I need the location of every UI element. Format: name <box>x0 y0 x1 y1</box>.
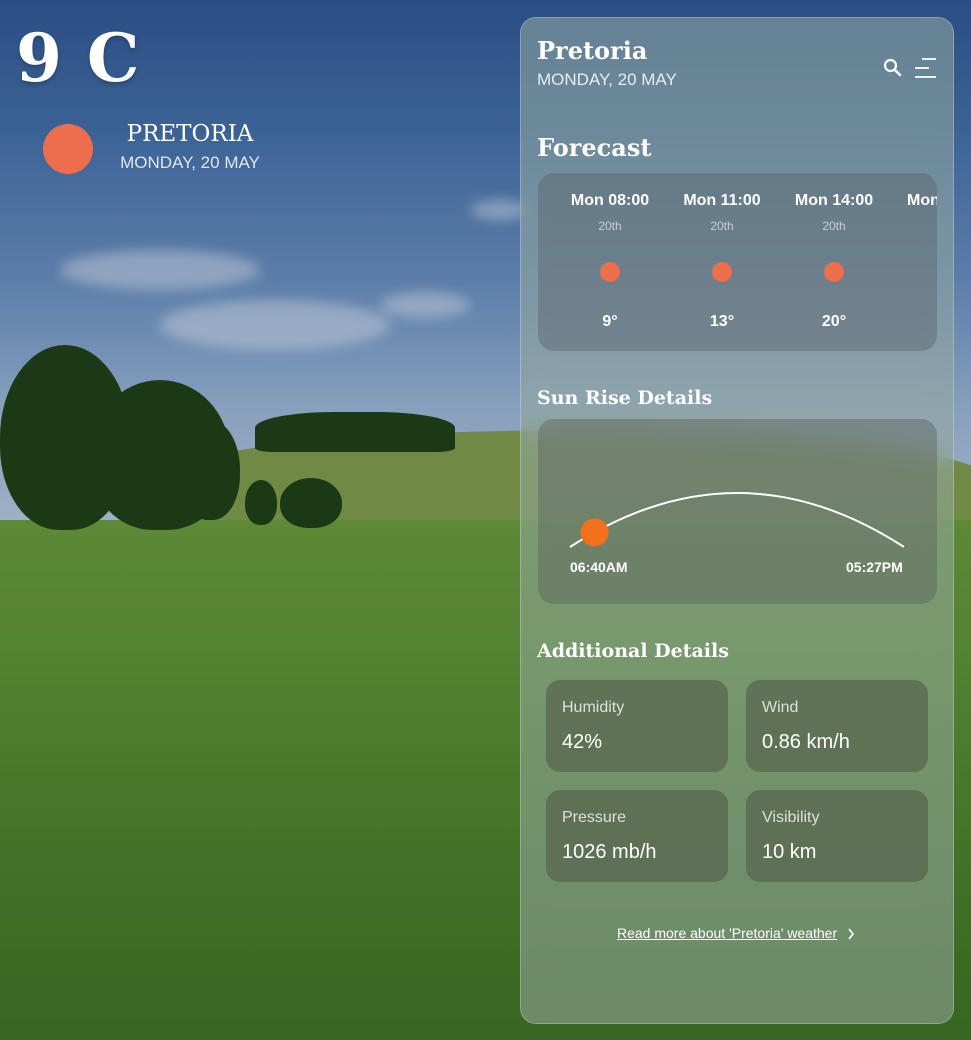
sunset-time: 05:27PM <box>846 559 903 575</box>
hero-date: MONDAY, 20 MAY <box>120 153 260 172</box>
current-temperature: 9 C <box>16 19 141 97</box>
sun-icon <box>600 262 620 282</box>
pressure-value: 1026 mb/h <box>562 841 657 863</box>
forecast-temp: 20° <box>821 313 847 330</box>
wind-label: Wind <box>762 699 799 716</box>
sun-icon <box>824 262 844 282</box>
additional-details-title: Additional Details <box>537 640 729 662</box>
forecast-day: 20th <box>822 219 846 233</box>
visibility-value: 10 km <box>762 841 817 863</box>
forecast-item: Mon 08:00 20th 9° <box>554 173 666 351</box>
sun-icon <box>712 262 732 282</box>
humidity-value: 42% <box>562 731 603 753</box>
sun-position-marker <box>580 518 609 547</box>
forecast-time: Mon 08:00 <box>570 192 650 209</box>
wind-value: 0.86 km/h <box>762 731 850 753</box>
humidity-card: Humidity 42% <box>546 680 728 772</box>
forecast-item: Mon 17:00 <box>890 173 937 351</box>
sunrise-card: 06:40AM 05:27PM <box>538 419 937 604</box>
forecast-item: Mon 14:00 20th 20° <box>778 173 890 351</box>
panel-date: MONDAY, 20 MAY <box>537 70 677 89</box>
menu-icon <box>915 58 936 78</box>
forecast-time: Mon 17:00 <box>907 192 937 209</box>
search-icon <box>883 58 902 77</box>
forecast-item: Mon 11:00 20th 13° <box>666 173 778 351</box>
hero-city-name: PRETORIA <box>126 121 254 147</box>
read-more-link[interactable]: Read more about 'Pretoria' weather <box>617 924 837 942</box>
sunrise-title: Sun Rise Details <box>537 387 713 409</box>
search-button[interactable] <box>881 56 905 80</box>
humidity-label: Humidity <box>562 699 625 716</box>
visibility-label: Visibility <box>762 809 820 826</box>
forecast-carousel[interactable]: Mon 08:00 20th 9° Mon 11:00 20th 13° Mon… <box>538 173 937 351</box>
wind-card: Wind 0.86 km/h <box>746 680 928 772</box>
sunrise-time: 06:40AM <box>570 559 628 575</box>
sun-arc-chart <box>569 492 905 548</box>
forecast-title: Forecast <box>537 133 652 162</box>
sun-circle-icon <box>43 124 93 174</box>
forecast-day: 20th <box>598 219 622 233</box>
forecast-temp: 13° <box>709 313 735 330</box>
forecast-time: Mon 11:00 <box>683 192 761 209</box>
forecast-day: 20th <box>710 219 734 233</box>
pressure-card: Pressure 1026 mb/h <box>546 790 728 882</box>
pressure-label: Pressure <box>562 809 627 826</box>
panel-city-name: Pretoria <box>537 36 648 65</box>
forecast-time: Mon 14:00 <box>794 192 874 209</box>
chevron-right-icon <box>848 928 855 940</box>
sun-arc <box>569 492 905 548</box>
visibility-card: Visibility 10 km <box>746 790 928 882</box>
weather-panel: Pretoria MONDAY, 20 MAY Forecast Mon 08:… <box>520 17 954 1024</box>
menu-button[interactable] <box>913 55 939 81</box>
forecast-temp: 9° <box>602 313 618 330</box>
